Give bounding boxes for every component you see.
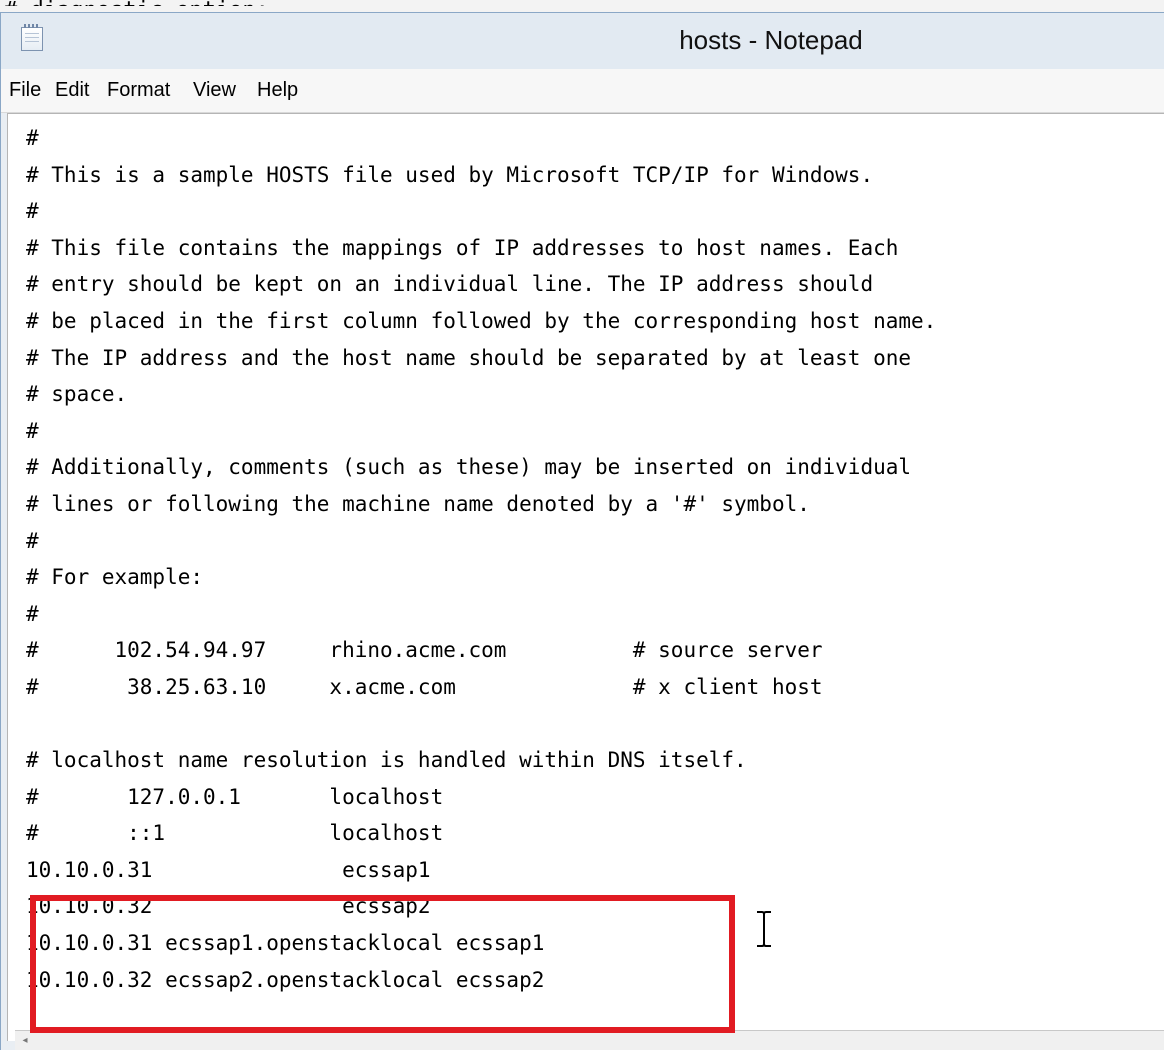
menu-view[interactable]: View (193, 79, 236, 102)
menu-file[interactable]: File (9, 79, 41, 102)
text-line: # entry should be kept on an individual … (26, 272, 874, 297)
text-line: # The IP address and the host name shoul… (26, 345, 912, 370)
text-line: 10.10.0.31 ecssap1 (26, 857, 431, 882)
text-line: # (26, 601, 39, 626)
text-line: # (26, 418, 39, 443)
title-bar[interactable]: hosts - Notepad (1, 13, 1164, 69)
text-line: # lines or following the machine name de… (26, 491, 810, 516)
text-line: # space. (26, 382, 128, 407)
text-line: # Additionally, comments (such as these)… (26, 455, 912, 480)
text-line: # For example: (26, 565, 204, 590)
text-line: # 102.54.94.97 rhino.acme.com # source s… (26, 638, 823, 663)
text-line: 10.10.0.32 ecssap2.openstacklocal ecssap… (26, 967, 545, 992)
text-editor-area[interactable]: # # This is a sample HOSTS file used by M… (7, 113, 1164, 1041)
ibeam-cursor-icon (757, 911, 771, 947)
text-line: # localhost name resolution is handled w… (26, 748, 747, 773)
text-line: 10.10.0.31 ecssap1.openstacklocal ecssap… (26, 931, 545, 956)
hosts-file-text[interactable]: # # This is a sample HOSTS file used by M… (26, 120, 936, 998)
notepad-window: hosts - Notepad File Edit Format View He… (0, 12, 1164, 1050)
menu-bar: File Edit Format View Help (1, 69, 1164, 113)
text-line: # 38.25.63.10 x.acme.com # x client host (26, 674, 823, 699)
window-title: hosts - Notepad (679, 25, 863, 55)
cropped-line-above-window: # diagnostic option: ... (4, 0, 464, 6)
text-line: # This file contains the mappings of IP … (26, 235, 899, 260)
text-line: # ::1 localhost (26, 821, 444, 846)
menu-format[interactable]: Format (107, 79, 170, 102)
text-line: # (26, 126, 39, 150)
text-line: # This is a sample HOSTS file used by Mi… (26, 162, 874, 187)
scroll-left-arrow-icon[interactable]: ◂ (17, 1033, 33, 1049)
text-line: # be placed in the first column followed… (26, 308, 937, 333)
text-line: # (26, 528, 39, 553)
text-line (26, 706, 936, 743)
text-line: # (26, 199, 39, 224)
horizontal-scrollbar[interactable]: ◂ (15, 1030, 1164, 1050)
menu-edit[interactable]: Edit (55, 79, 89, 102)
text-line: 10.10.0.32 ecssap2 (26, 894, 431, 919)
menu-help[interactable]: Help (257, 79, 298, 102)
text-line: # 127.0.0.1 localhost (26, 784, 444, 809)
